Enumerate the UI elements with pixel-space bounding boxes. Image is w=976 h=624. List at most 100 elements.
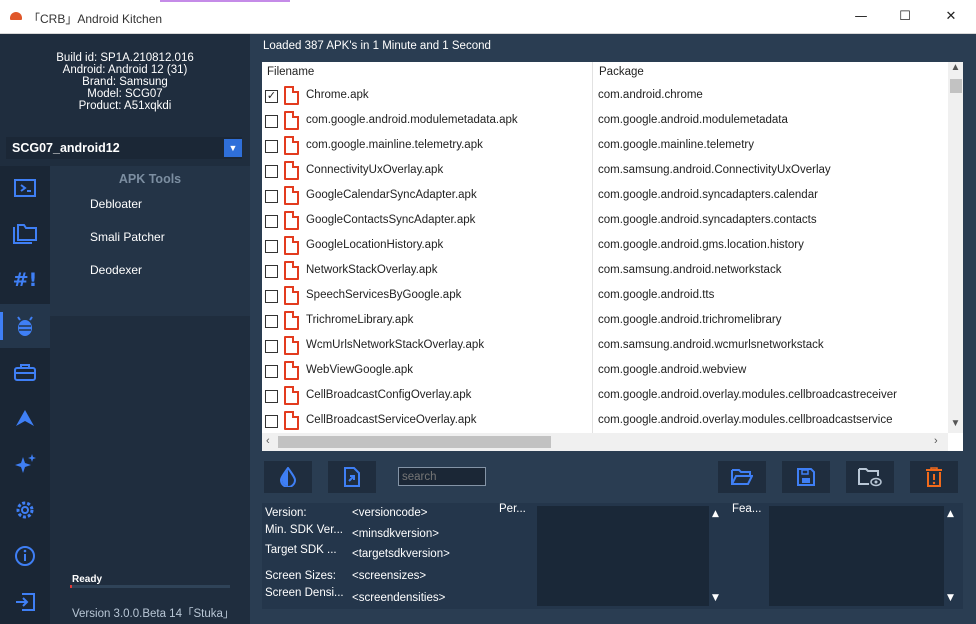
open-apk-button[interactable] bbox=[328, 461, 376, 493]
view-folder-button[interactable] bbox=[846, 461, 894, 493]
row-checkbox[interactable] bbox=[265, 190, 278, 203]
column-header-package[interactable]: Package bbox=[599, 62, 644, 83]
file-icon bbox=[284, 286, 299, 305]
build-icon[interactable] bbox=[0, 396, 50, 440]
row-filename: Chrome.apk bbox=[306, 89, 369, 101]
chevron-down-icon[interactable]: ▼ bbox=[224, 139, 242, 157]
features-list[interactable] bbox=[769, 506, 944, 606]
table-row[interactable]: SpeechServicesByGoogle.apk com.google.and… bbox=[262, 284, 948, 309]
table-row[interactable]: TrichromeLibrary.apk com.google.android.t… bbox=[262, 309, 948, 334]
row-package: com.google.mainline.telemetry bbox=[598, 139, 754, 151]
scroll-left-icon[interactable]: ‹ bbox=[266, 435, 270, 447]
table-row[interactable]: CellBroadcastConfigOverlay.apk com.google… bbox=[262, 384, 948, 409]
table-row[interactable]: CellBroadcastServiceOverlay.apk com.googl… bbox=[262, 409, 948, 434]
hash-icon[interactable]: #! bbox=[0, 258, 50, 302]
row-package: com.samsung.android.networkstack bbox=[598, 264, 782, 276]
scroll-down-icon[interactable]: ▼ bbox=[948, 418, 963, 429]
open-folder-button[interactable] bbox=[718, 461, 766, 493]
row-filename: WebViewGoogle.apk bbox=[306, 364, 413, 376]
apk-details-panel: Version: <versioncode> Min. SDK Ver... <… bbox=[262, 503, 963, 609]
apk-file-list: Filename Package ✓ Chrome.apk com.android.… bbox=[262, 62, 963, 451]
row-checkbox[interactable] bbox=[265, 390, 278, 403]
delete-button[interactable] bbox=[910, 461, 958, 493]
app-icon bbox=[10, 12, 22, 20]
scroll-up-icon[interactable]: ▲ bbox=[944, 509, 957, 519]
table-row[interactable]: NetworkStackOverlay.apk com.samsung.andro… bbox=[262, 259, 948, 284]
value-screen-sizes: <screensizes> bbox=[352, 570, 427, 582]
table-row[interactable]: WebViewGoogle.apk com.google.android.webv… bbox=[262, 359, 948, 384]
info-icon[interactable] bbox=[0, 534, 50, 578]
sparkle-icon[interactable] bbox=[0, 442, 50, 486]
row-package: com.samsung.android.wcmurlsnetworkstack bbox=[598, 339, 824, 351]
row-checkbox[interactable] bbox=[265, 165, 278, 178]
row-checkbox[interactable]: ✓ bbox=[265, 90, 278, 103]
row-checkbox[interactable] bbox=[265, 115, 278, 128]
row-checkbox[interactable] bbox=[265, 290, 278, 303]
row-package: com.google.android.modulemetadata bbox=[598, 114, 788, 126]
row-checkbox[interactable] bbox=[265, 365, 278, 378]
theme-toggle-button[interactable] bbox=[264, 461, 312, 493]
project-icon[interactable] bbox=[0, 166, 50, 210]
row-checkbox[interactable] bbox=[265, 265, 278, 278]
maximize-button[interactable]: ☐ bbox=[882, 4, 928, 30]
table-row[interactable]: GoogleCalendarSyncAdapter.apk com.google.… bbox=[262, 184, 948, 209]
horizontal-scrollbar[interactable]: ‹ › bbox=[262, 433, 948, 451]
settings-icon[interactable] bbox=[0, 488, 50, 532]
value-min-sdk: <minsdkversion> bbox=[352, 528, 439, 540]
table-row[interactable]: WcmUrlsNetworkStackOverlay.apk com.samsun… bbox=[262, 334, 948, 359]
menu-item-deodexer[interactable]: Deodexer bbox=[90, 263, 142, 277]
row-filename: com.google.android.modulemetadata.apk bbox=[306, 114, 518, 126]
file-icon bbox=[284, 386, 299, 405]
permissions-list[interactable] bbox=[537, 506, 709, 606]
android-version: Android: Android 12 (31) bbox=[62, 64, 188, 76]
row-filename: com.google.mainline.telemetry.apk bbox=[306, 139, 483, 151]
row-checkbox[interactable] bbox=[265, 140, 278, 153]
row-checkbox[interactable] bbox=[265, 240, 278, 253]
horizontal-scroll-thumb[interactable] bbox=[278, 436, 551, 448]
exit-icon[interactable] bbox=[0, 580, 50, 624]
menu-item-smali-patcher[interactable]: Smali Patcher bbox=[90, 230, 165, 244]
vertical-scrollbar[interactable]: ▲ ▼ bbox=[948, 62, 963, 433]
title-accent-line bbox=[160, 0, 290, 2]
scroll-up-icon[interactable]: ▲ bbox=[709, 509, 722, 519]
row-checkbox[interactable] bbox=[265, 215, 278, 228]
toolbox-icon[interactable] bbox=[0, 350, 50, 394]
label-min-sdk: Min. SDK Ver... bbox=[265, 524, 343, 536]
scroll-up-icon[interactable]: ▲ bbox=[948, 62, 963, 73]
scroll-right-icon[interactable]: › bbox=[934, 435, 938, 447]
row-checkbox[interactable] bbox=[265, 340, 278, 353]
save-button[interactable] bbox=[782, 461, 830, 493]
table-row[interactable]: com.google.mainline.telemetry.apk com.goo… bbox=[262, 134, 948, 159]
table-row[interactable]: com.google.android.modulemetadata.apk com… bbox=[262, 109, 948, 134]
folders-icon[interactable] bbox=[0, 212, 50, 256]
row-checkbox[interactable] bbox=[265, 315, 278, 328]
table-row[interactable]: ✓ Chrome.apk com.android.chrome bbox=[262, 84, 948, 109]
build-id: Build id: SP1A.210812.016 bbox=[56, 52, 194, 64]
file-icon bbox=[284, 186, 299, 205]
scroll-down-icon[interactable]: ▼ bbox=[709, 593, 722, 603]
table-row[interactable]: GoogleContactsSyncAdapter.apk com.google.… bbox=[262, 209, 948, 234]
close-button[interactable]: ✕ bbox=[928, 4, 974, 30]
menu-item-debloater[interactable]: Debloater bbox=[90, 197, 142, 211]
search-input[interactable] bbox=[398, 467, 486, 486]
permissions-scrollbar[interactable]: ▲ ▼ bbox=[709, 506, 722, 606]
profile-select[interactable]: SCG07_android12 ▼ bbox=[6, 137, 242, 159]
vertical-scroll-thumb[interactable] bbox=[950, 79, 962, 93]
table-row[interactable]: GoogleLocationHistory.apk com.google.andr… bbox=[262, 234, 948, 259]
value-screen-densities: <screendensities> bbox=[352, 592, 446, 604]
label-screen-densities: Screen Densi... bbox=[265, 587, 344, 599]
file-icon bbox=[284, 361, 299, 380]
row-checkbox[interactable] bbox=[265, 415, 278, 428]
column-header-filename[interactable]: Filename bbox=[267, 62, 314, 83]
table-row[interactable]: ConnectivityUxOverlay.apk com.samsung.and… bbox=[262, 159, 948, 184]
row-package: com.google.android.overlay.modules.cellb… bbox=[598, 414, 893, 426]
row-filename: CellBroadcastServiceOverlay.apk bbox=[306, 414, 477, 426]
features-scrollbar[interactable]: ▲ ▼ bbox=[944, 506, 957, 606]
progress-fill bbox=[70, 585, 72, 588]
file-icon bbox=[284, 411, 299, 430]
scroll-down-icon[interactable]: ▼ bbox=[944, 593, 957, 603]
window-title: 「CRB」Android Kitchen bbox=[28, 12, 163, 26]
bug-android-icon[interactable] bbox=[0, 304, 50, 348]
file-icon bbox=[284, 161, 299, 180]
minimize-button[interactable]: — bbox=[838, 4, 884, 30]
